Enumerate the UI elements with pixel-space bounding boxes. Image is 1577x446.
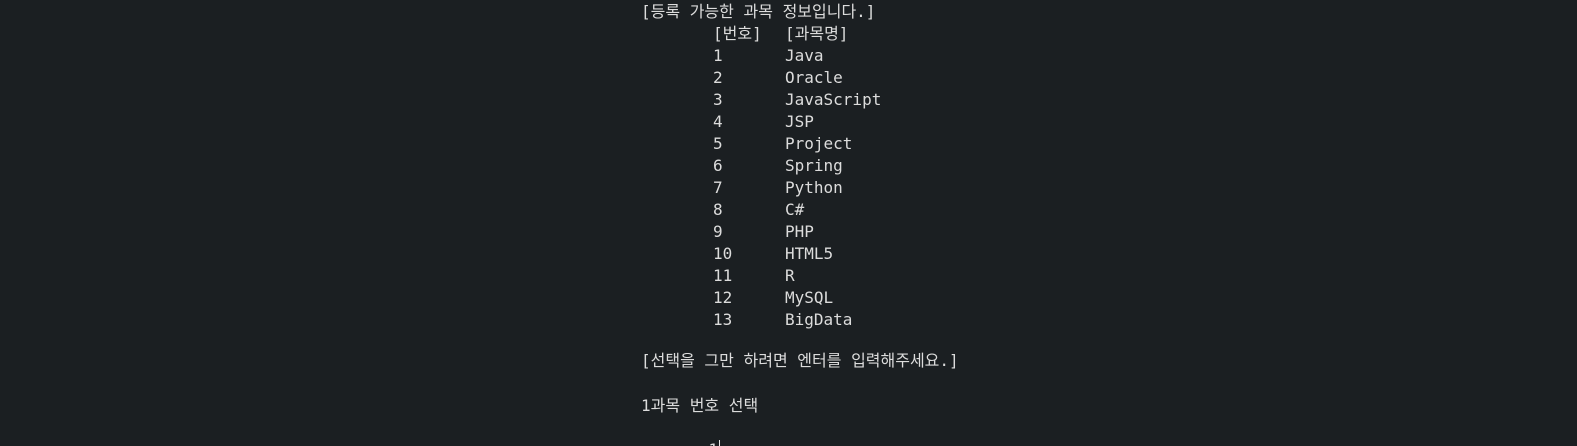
course-name: Spring [785, 156, 843, 175]
header-number: [번호] [713, 24, 762, 43]
course-name: MySQL [785, 288, 834, 307]
course-number: 8 [713, 200, 723, 219]
course-number: 13 [713, 310, 733, 329]
course-name: JavaScript [785, 90, 882, 109]
course-number: 7 [713, 178, 723, 197]
course-name: C# [785, 200, 805, 219]
input-line[interactable]: > 1 [641, 417, 721, 446]
course-number: 3 [713, 90, 723, 109]
course-number: 4 [713, 112, 723, 131]
course-select-label: 1과목 번호 선택 [641, 396, 759, 415]
course-number: 9 [713, 222, 723, 241]
course-name: Project [785, 134, 853, 153]
course-number: 6 [713, 156, 723, 175]
stop-hint-text: [선택을 그만 하려면 엔터를 입력해주세요.] [641, 351, 959, 370]
header-course-name: [과목명] [785, 24, 849, 43]
input-prompt: > [680, 440, 709, 446]
course-name: HTML5 [785, 244, 834, 263]
course-name: Oracle [785, 68, 843, 87]
console-window[interactable]: [등록 가능한 과목 정보입니다.] [번호] [과목명] 1 Java 2 O… [0, 0, 1577, 446]
input-value[interactable]: 1 [708, 440, 718, 446]
course-number: 11 [713, 266, 733, 285]
course-number: 5 [713, 134, 723, 153]
course-number: 12 [713, 288, 733, 307]
text-cursor [719, 440, 721, 446]
course-number: 2 [713, 68, 723, 87]
course-name: JSP [785, 112, 814, 131]
course-name: PHP [785, 222, 814, 241]
course-name: Java [785, 46, 824, 65]
course-name: Python [785, 178, 843, 197]
intro-text: [등록 가능한 과목 정보입니다.] [641, 2, 876, 21]
course-name: BigData [785, 310, 853, 329]
course-number: 1 [713, 46, 723, 65]
course-number: 10 [713, 244, 733, 263]
course-name: R [785, 266, 795, 285]
